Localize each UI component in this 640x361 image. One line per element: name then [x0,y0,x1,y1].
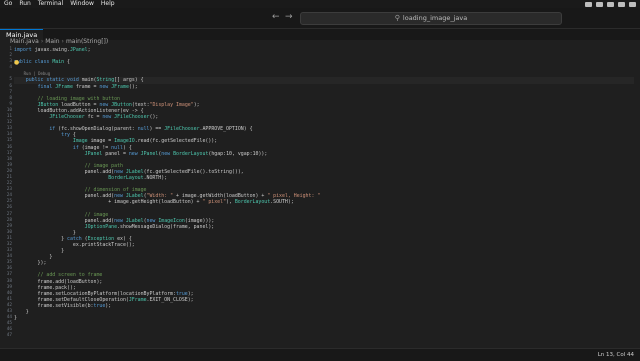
back-arrow-icon[interactable]: ← [272,12,280,23]
menu-window[interactable]: Window [70,0,94,8]
wifi-icon[interactable] [607,1,614,7]
forward-arrow-icon[interactable]: → [285,12,293,23]
line-number: 47 [6,333,12,339]
lightbulb-icon[interactable]: ● [14,59,19,66]
menu-terminal[interactable]: Terminal [38,0,63,8]
menu-go[interactable]: Go [4,0,12,8]
command-center-search[interactable]: ⚲ loading_image_java [300,12,562,25]
line-number-gutter: 1 2 3 4 5 6 7 8 9 10 11 12 13 14 15 16 17 18 19 20 21 22 23 24 2… [0,47,14,340]
breadcrumb-class[interactable]: Main [45,38,59,45]
title-bar: ← → ⚲ loading_image_java [0,8,640,29]
chevron-right-icon: › [40,38,44,45]
code-area[interactable]: import javax.swing.JPanel; public class M… [14,47,634,333]
search-text: loading_image_java [402,14,468,22]
tray-app-icon[interactable] [596,1,603,7]
battery-icon[interactable] [618,1,625,7]
system-tray [585,0,636,8]
breadcrumb: Main.java › Main › main(String[]) [10,38,108,46]
search-icon: ⚲ [394,14,400,22]
chevron-right-icon: › [61,38,64,45]
breadcrumb-file[interactable]: Main.java [10,38,39,45]
code-editor[interactable]: 1 2 3 4 5 6 7 8 9 10 11 12 13 14 15 16 17 18 19 20 21 22 23 24 2… [0,47,640,347]
menu-bar: Go Run Terminal Window Help [0,0,640,8]
tray-app-icon[interactable] [585,1,592,7]
menu-run[interactable]: Run [19,0,31,8]
cursor-position[interactable]: Ln 13, Col 44 [598,349,634,361]
breadcrumb-method[interactable]: main(String[]) [66,38,108,45]
menu-help[interactable]: Help [101,0,115,8]
control-center-icon[interactable] [629,1,636,7]
status-bar: Ln 13, Col 44 [0,348,640,361]
